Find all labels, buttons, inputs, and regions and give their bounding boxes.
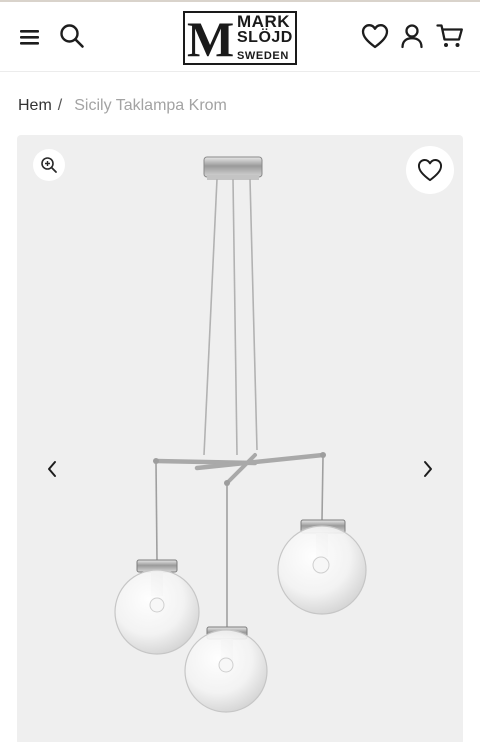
chevron-left-icon	[48, 461, 56, 477]
wishlist-button[interactable]	[358, 20, 392, 52]
logo-line-3: SWEDEN	[237, 50, 289, 62]
user-icon	[401, 24, 423, 49]
product-image-pendant-lamp	[114, 156, 367, 713]
breadcrumb-home-link[interactable]: Hem	[18, 97, 52, 115]
product-gallery[interactable]	[17, 135, 463, 742]
chevron-right-icon	[424, 461, 432, 477]
logo-letter: M	[187, 11, 234, 67]
breadcrumb-separator: /	[57, 97, 63, 114]
cart-icon	[436, 24, 463, 47]
heart-icon	[361, 24, 389, 49]
zoom-button[interactable]	[33, 149, 65, 181]
previous-image-button[interactable]	[39, 455, 65, 483]
add-to-wishlist-button[interactable]	[406, 146, 454, 194]
search-button[interactable]	[56, 20, 88, 52]
heart-icon	[417, 159, 443, 182]
menu-button[interactable]	[14, 22, 46, 52]
site-header: M MARK SLÖJD SWEDEN	[0, 2, 480, 72]
zoom-in-icon	[41, 157, 57, 173]
cart-button[interactable]	[433, 20, 467, 52]
search-icon	[60, 24, 84, 48]
breadcrumb-current: Sicily Taklampa Krom	[74, 97, 227, 114]
logo-line-1: MARK	[237, 12, 290, 31]
breadcrumb: Hem / Sicily Taklampa Krom	[18, 96, 227, 116]
account-button[interactable]	[397, 20, 427, 52]
logo-line-2: SLÖJD	[237, 29, 293, 46]
brand-logo[interactable]: M MARK SLÖJD SWEDEN	[183, 11, 297, 65]
next-image-button[interactable]	[415, 455, 441, 483]
menu-icon	[20, 30, 39, 45]
